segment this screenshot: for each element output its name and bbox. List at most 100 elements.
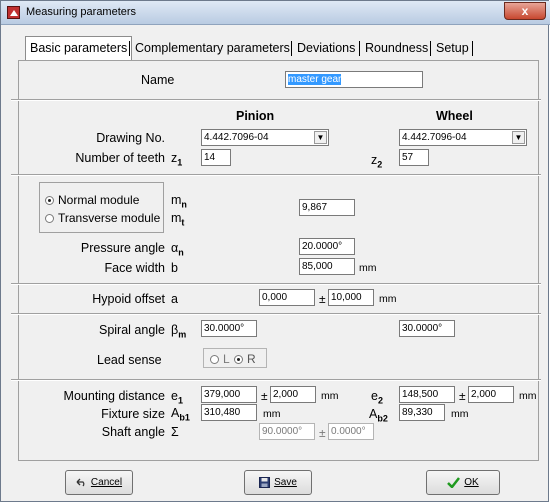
beta-m-symbol: βm	[171, 323, 187, 340]
plus-minus-symbol: ±	[319, 426, 326, 440]
measuring-parameters-window: Measuring parameters x Basic parameters …	[0, 0, 550, 502]
cancel-button[interactable]: Cancel	[65, 470, 133, 495]
transverse-module-label: Transverse module	[58, 211, 161, 225]
wheel-spiral-angle-input[interactable]: 30.0000°	[399, 320, 455, 337]
mn-symbol: mn	[171, 193, 187, 210]
plus-minus-symbol: ±	[319, 292, 326, 306]
wheel-mounting-distance-input[interactable]: 148,500	[399, 386, 455, 403]
name-input[interactable]: master gear	[285, 71, 423, 88]
pinion-mounting-tolerance-input[interactable]: 2,000	[270, 386, 316, 403]
chevron-down-icon[interactable]: ▼	[314, 131, 327, 144]
divider	[11, 379, 541, 381]
pinion-drawing-no-value: 4.442.7096-04	[204, 132, 269, 143]
tab-roundness[interactable]: Roundness	[361, 38, 432, 59]
divider	[11, 99, 541, 101]
shaft-angle-tolerance-input[interactable]: 0.0000°	[328, 423, 374, 440]
ab2-symbol: Ab2	[369, 407, 388, 424]
lead-sense-label: Lead sense	[97, 353, 162, 367]
tab-separator	[129, 41, 130, 56]
divider	[11, 313, 541, 315]
radio-unchecked-icon	[45, 214, 54, 223]
lead-sense-left-radio[interactable]: L	[210, 352, 230, 366]
radio-checked-icon	[234, 355, 243, 364]
tab-setup[interactable]: Setup	[432, 38, 473, 59]
pinion-teeth-input[interactable]: 14	[201, 149, 231, 166]
name-value: master gear	[288, 74, 342, 85]
lead-sense-left-label: L	[223, 352, 230, 366]
undo-arrow-icon	[76, 478, 85, 487]
app-icon	[7, 6, 20, 19]
name-label: Name	[141, 73, 175, 87]
radio-checked-icon	[45, 196, 54, 205]
transverse-module-radio[interactable]: Transverse module	[45, 211, 160, 225]
divider	[11, 283, 541, 285]
wheel-fixture-size-unit: mm	[451, 408, 469, 420]
ok-label: OK	[464, 477, 479, 488]
e1-symbol: e1	[171, 389, 183, 406]
wheel-drawing-no-value: 4.442.7096-04	[402, 132, 467, 143]
wheel-drawing-no-select[interactable]: 4.442.7096-04 ▼	[399, 129, 527, 146]
tab-separator	[430, 41, 431, 56]
plus-minus-symbol: ±	[459, 389, 466, 403]
face-width-unit: mm	[359, 262, 377, 274]
e2-symbol: e2	[371, 389, 383, 406]
fixture-size-label: Fixture size	[101, 407, 165, 421]
wheel-teeth-input[interactable]: 57	[399, 149, 429, 166]
mounting-distance-label: Mounting distance	[63, 389, 165, 403]
pressure-angle-label: Pressure angle	[80, 241, 165, 255]
lead-sense-right-radio[interactable]: R	[234, 352, 256, 366]
mounting-distance-unit: mm	[321, 390, 339, 402]
alpha-n-symbol: αn	[171, 241, 184, 258]
cancel-label: Cancel	[90, 477, 123, 488]
shaft-angle-input[interactable]: 90.0000°	[259, 423, 315, 440]
hypoid-offset-input[interactable]: 0,000	[259, 289, 315, 306]
spiral-angle-label: Spiral angle	[98, 323, 165, 337]
z2-symbol: z2	[371, 153, 383, 170]
pressure-angle-input[interactable]: 20.0000°	[299, 238, 355, 255]
pinion-fixture-size-input[interactable]: 310,480	[201, 404, 257, 421]
wheel-mounting-tolerance-input[interactable]: 2,000	[468, 386, 514, 403]
number-of-teeth-label: Number of teeth	[75, 151, 165, 165]
pinion-heading: Pinion	[236, 109, 275, 123]
module-input[interactable]: 9,867	[299, 199, 355, 216]
save-label: Save	[274, 477, 297, 488]
tab-complementary-parameters[interactable]: Complementary parameters	[131, 38, 294, 59]
b-symbol: b	[171, 261, 178, 275]
normal-module-label: Normal module	[58, 193, 140, 207]
shaft-angle-label: Shaft angle	[101, 425, 165, 439]
tab-deviations[interactable]: Deviations	[293, 38, 359, 59]
face-width-label: Face width	[104, 261, 165, 275]
hypoid-offset-label: Hypoid offset	[92, 292, 165, 306]
normal-module-radio[interactable]: Normal module	[45, 193, 139, 207]
module-type-group	[39, 182, 164, 233]
face-width-input[interactable]: 85,000	[299, 258, 355, 275]
hypoid-offset-unit: mm	[379, 293, 397, 305]
wheel-heading: Wheel	[436, 109, 473, 123]
tab-separator	[291, 41, 292, 56]
divider	[11, 174, 541, 176]
ok-button[interactable]: OK	[426, 470, 500, 495]
pinion-mounting-distance-input[interactable]: 379,000	[201, 386, 257, 403]
fixture-size-unit: mm	[263, 408, 281, 420]
pinion-spiral-angle-input[interactable]: 30.0000°	[201, 320, 257, 337]
close-button[interactable]: x	[504, 2, 546, 20]
plus-minus-symbol: ±	[261, 389, 268, 403]
floppy-disk-icon	[259, 476, 271, 488]
wheel-fixture-size-input[interactable]: 89,330	[399, 404, 445, 421]
tab-separator	[472, 41, 473, 56]
hypoid-offset-tolerance-input[interactable]: 10,000	[328, 289, 374, 306]
ab1-symbol: Ab1	[171, 406, 190, 423]
lead-sense-group: L R	[203, 348, 267, 368]
pinion-drawing-no-select[interactable]: 4.442.7096-04 ▼	[201, 129, 329, 146]
checkmark-icon	[447, 477, 461, 488]
z1-symbol: z1	[171, 151, 183, 168]
save-button[interactable]: Save	[244, 470, 312, 495]
chevron-down-icon[interactable]: ▼	[512, 131, 525, 144]
wheel-mounting-distance-unit: mm	[519, 390, 537, 402]
drawing-no-label: Drawing No.	[96, 131, 165, 145]
mt-symbol: mt	[171, 211, 185, 228]
window-title: Measuring parameters	[26, 6, 137, 18]
title-bar: Measuring parameters x	[1, 1, 550, 25]
tab-basic-parameters[interactable]: Basic parameters	[25, 36, 133, 61]
a-symbol: a	[171, 292, 178, 306]
